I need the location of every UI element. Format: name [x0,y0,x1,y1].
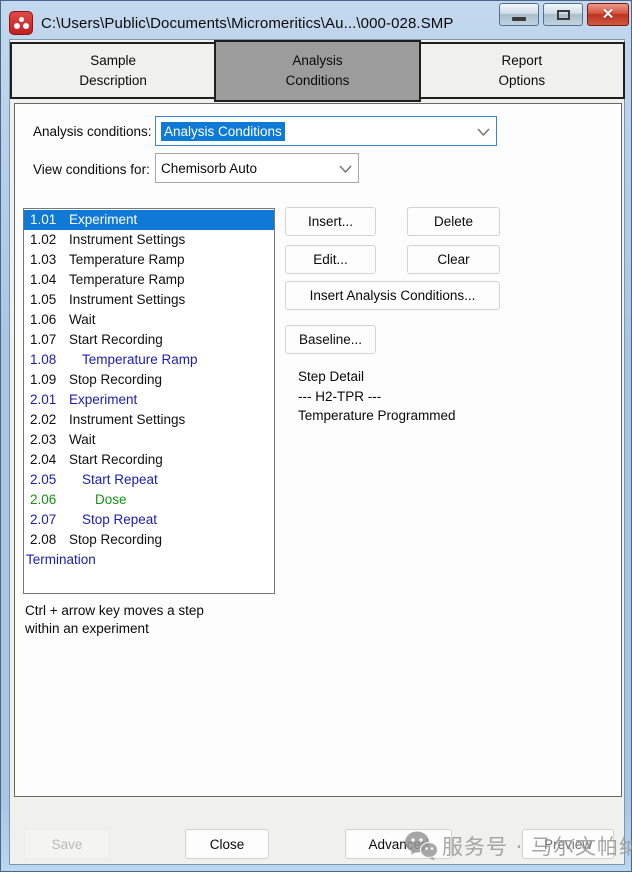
save-button: Save [25,829,109,859]
step-detail: Step Detail --- H2-TPR --- Temperature P… [298,367,456,426]
baseline-button[interactable]: Baseline... [285,325,376,354]
insert-analysis-conditions-button[interactable]: Insert Analysis Conditions... [285,281,500,310]
list-item[interactable]: 1.08Temperature Ramp [24,350,274,370]
view-conditions-value: Chemisorb Auto [161,161,257,176]
tab-sample-description[interactable]: SampleDescription [10,42,216,99]
list-item[interactable]: 1.09Stop Recording [24,370,274,390]
tab-report-options[interactable]: ReportOptions [419,42,625,99]
list-item[interactable]: 1.03Temperature Ramp [24,250,274,270]
advanced-button[interactable]: Advanced [345,829,452,859]
tab-analysis-conditions[interactable]: AnalysisConditions [214,40,420,102]
chevron-down-icon [477,126,488,137]
list-item[interactable]: 2.01Experiment [24,390,274,410]
list-item[interactable]: 1.06Wait [24,310,274,330]
insert-button[interactable]: Insert... [285,207,376,236]
list-item[interactable]: 2.03Wait [24,430,274,450]
step-list[interactable]: 1.01Experiment1.02Instrument Settings1.0… [23,208,275,594]
analysis-conditions-label: Analysis conditions: [33,124,152,139]
list-item[interactable]: 2.08Stop Recording [24,530,274,550]
analysis-conditions-value: Analysis Conditions [161,122,285,141]
view-conditions-dropdown[interactable]: Chemisorb Auto [155,153,359,183]
list-item[interactable]: 2.04Start Recording [24,450,274,470]
maximize-button[interactable] [543,3,583,26]
dialog-client-area: SampleDescription AnalysisConditions Rep… [9,39,625,865]
list-item[interactable]: 2.05Start Repeat [24,470,274,490]
keyboard-hint: Ctrl + arrow key moves a step within an … [25,602,204,638]
chevron-down-icon [339,163,350,174]
close-button[interactable]: Close [185,829,269,859]
clear-button[interactable]: Clear [407,245,500,274]
list-item[interactable]: 1.05Instrument Settings [24,290,274,310]
list-item[interactable]: 1.04Temperature Ramp [24,270,274,290]
step-detail-line2: Temperature Programmed [298,406,456,426]
minimize-icon [512,17,526,21]
list-item[interactable]: 1.07Start Recording [24,330,274,350]
list-item[interactable]: 2.02Instrument Settings [24,410,274,430]
analysis-conditions-dropdown[interactable]: Analysis Conditions [155,116,497,146]
application-window: C:\Users\Public\Documents\Micromeritics\… [0,0,632,872]
preview-button[interactable]: Preview [522,829,614,859]
list-item[interactable]: 1.02Instrument Settings [24,230,274,250]
list-item[interactable]: 2.06Dose [24,490,274,510]
window-controls: ✕ [499,3,629,26]
list-item[interactable]: Termination [24,550,274,570]
tab-strip: SampleDescription AnalysisConditions Rep… [10,42,625,99]
delete-button[interactable]: Delete [407,207,500,236]
step-detail-title: Step Detail [298,367,456,387]
edit-button[interactable]: Edit... [285,245,376,274]
view-conditions-label: View conditions for: [33,162,150,177]
close-window-button[interactable]: ✕ [587,3,629,26]
list-item[interactable]: 2.07Stop Repeat [24,510,274,530]
analysis-conditions-panel: Analysis conditions: Analysis Conditions… [14,103,622,797]
app-icon [9,11,33,35]
close-icon: ✕ [602,7,615,22]
step-detail-line1: --- H2-TPR --- [298,387,456,407]
list-item[interactable]: 1.01Experiment [24,210,274,230]
window-title: C:\Users\Public\Documents\Micromeritics\… [41,15,454,32]
maximize-icon [557,10,570,20]
minimize-button[interactable] [499,3,539,26]
